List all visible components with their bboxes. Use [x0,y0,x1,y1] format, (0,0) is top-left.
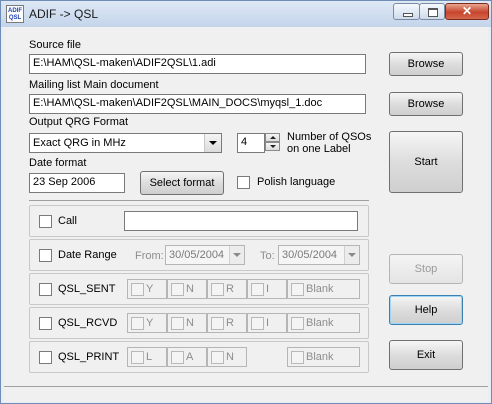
source-file-input[interactable]: E:\HAM\QSL-maken\ADIF2QSL\1.adi [29,54,366,74]
qrg-format-select[interactable]: Exact QRG in MHz [29,133,222,153]
stop-button[interactable]: Stop [389,254,463,284]
qsl-print-option-blank[interactable]: Blank [287,347,360,367]
from-date-value: 30/05/2004 [169,249,225,261]
main-window: ADIF QSL ADIF -> QSL ✕ Source file E:\HA… [0,0,492,404]
call-filter-panel: Call [29,205,369,237]
qsos-per-label-text: Number of QSOs on one Label [287,131,372,155]
qsl-rcvd-option-n[interactable]: N [167,313,207,333]
browse-mailing-button[interactable]: Browse [389,92,463,116]
to-date-picker[interactable]: 30/05/2004 [278,245,360,265]
select-format-button[interactable]: Select format [140,171,224,195]
window-title: ADIF -> QSL [29,7,99,21]
help-button[interactable]: Help [389,295,463,325]
qsl-sent-label: QSL_SENT [58,283,116,295]
qsl-sent-panel: QSL_SENT Y N R I Blank [29,273,369,305]
qsl-rcvd-option-blank[interactable]: Blank [287,313,360,333]
status-bar [4,386,488,402]
call-input[interactable] [124,211,358,231]
qsl-print-option-l[interactable]: L [127,347,167,367]
divider [29,200,369,201]
exit-button[interactable]: Exit [389,340,463,370]
qsl-sent-option-blank[interactable]: Blank [287,279,360,299]
qsl-print-option-n[interactable]: N [207,347,247,367]
qsl-sent-option-n[interactable]: N [167,279,207,299]
app-icon: ADIF QSL [6,5,24,23]
date-format-label: Date format [29,157,87,169]
chevron-down-icon[interactable] [344,246,359,264]
title-bar[interactable]: ADIF QSL ADIF -> QSL ✕ [1,1,491,27]
polish-language-checkbox[interactable] [237,176,250,189]
qsl-print-option-a[interactable]: A [167,347,207,367]
date-range-panel: Date Range From: 30/05/2004 To: 30/05/20… [29,239,369,271]
qsl-rcvd-panel: QSL_RCVD Y N R I Blank [29,307,369,339]
qsl-sent-option-i[interactable]: I [247,279,287,299]
date-range-label: Date Range [58,249,117,261]
qsl-rcvd-option-y[interactable]: Y [127,313,167,333]
start-button[interactable]: Start [389,131,463,193]
qsl-print-checkbox[interactable] [39,351,52,364]
qsl-print-panel: QSL_PRINT L A N Blank [29,341,369,373]
to-date-value: 30/05/2004 [282,249,338,261]
qsl-sent-checkbox[interactable] [39,283,52,296]
maximize-button[interactable] [419,3,445,20]
mailing-list-input[interactable]: E:\HAM\QSL-maken\ADIF2QSL\MAIN_DOCS\myqs… [29,94,366,114]
qsl-sent-option-r[interactable]: R [207,279,247,299]
spin-up-icon[interactable] [265,133,280,142]
qsl-rcvd-option-r[interactable]: R [207,313,247,333]
maximize-icon [428,8,438,17]
mailing-list-label: Mailing list Main document [29,79,159,91]
close-button[interactable]: ✕ [445,3,489,20]
from-date-picker[interactable]: 30/05/2004 [165,245,245,265]
source-file-label: Source file [29,39,81,51]
polish-language-label: Polish language [257,176,336,188]
qsos-spinner[interactable] [265,133,281,151]
qrg-format-label: Output QRG Format [29,116,129,128]
chevron-down-icon[interactable] [229,246,244,264]
qsos-per-label-input[interactable]: 4 [237,133,265,153]
call-label: Call [58,215,77,227]
qsl-rcvd-label: QSL_RCVD [58,317,118,329]
dialog-client: Source file E:\HAM\QSL-maken\ADIF2QSL\1.… [4,27,488,399]
browse-source-button[interactable]: Browse [389,52,463,76]
qsl-print-label: QSL_PRINT [58,351,120,363]
qsl-sent-option-y[interactable]: Y [127,279,167,299]
qrg-format-value: Exact QRG in MHz [33,137,126,149]
close-icon: ✕ [461,4,473,18]
qsl-rcvd-option-i[interactable]: I [247,313,287,333]
call-checkbox[interactable] [39,215,52,228]
date-range-checkbox[interactable] [39,249,52,262]
minimize-button[interactable] [393,3,420,20]
spin-down-icon[interactable] [265,142,280,151]
minimize-icon [403,13,413,17]
qsl-rcvd-checkbox[interactable] [39,317,52,330]
date-format-input[interactable]: 23 Sep 2006 [29,173,125,193]
from-label: From: [135,250,164,262]
to-label: To: [260,250,275,262]
chevron-down-icon[interactable] [204,134,221,152]
